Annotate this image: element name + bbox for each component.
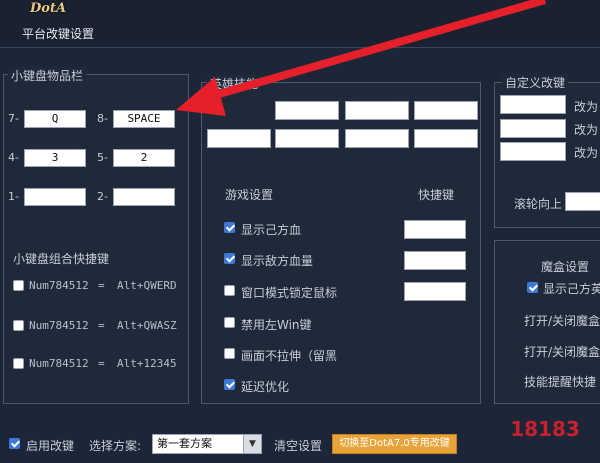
arrow-shaft — [203, 0, 547, 102]
watermark: 18183 — [510, 417, 580, 441]
red-arrow-overlay — [176, 0, 547, 116]
arrow-head — [176, 77, 226, 116]
